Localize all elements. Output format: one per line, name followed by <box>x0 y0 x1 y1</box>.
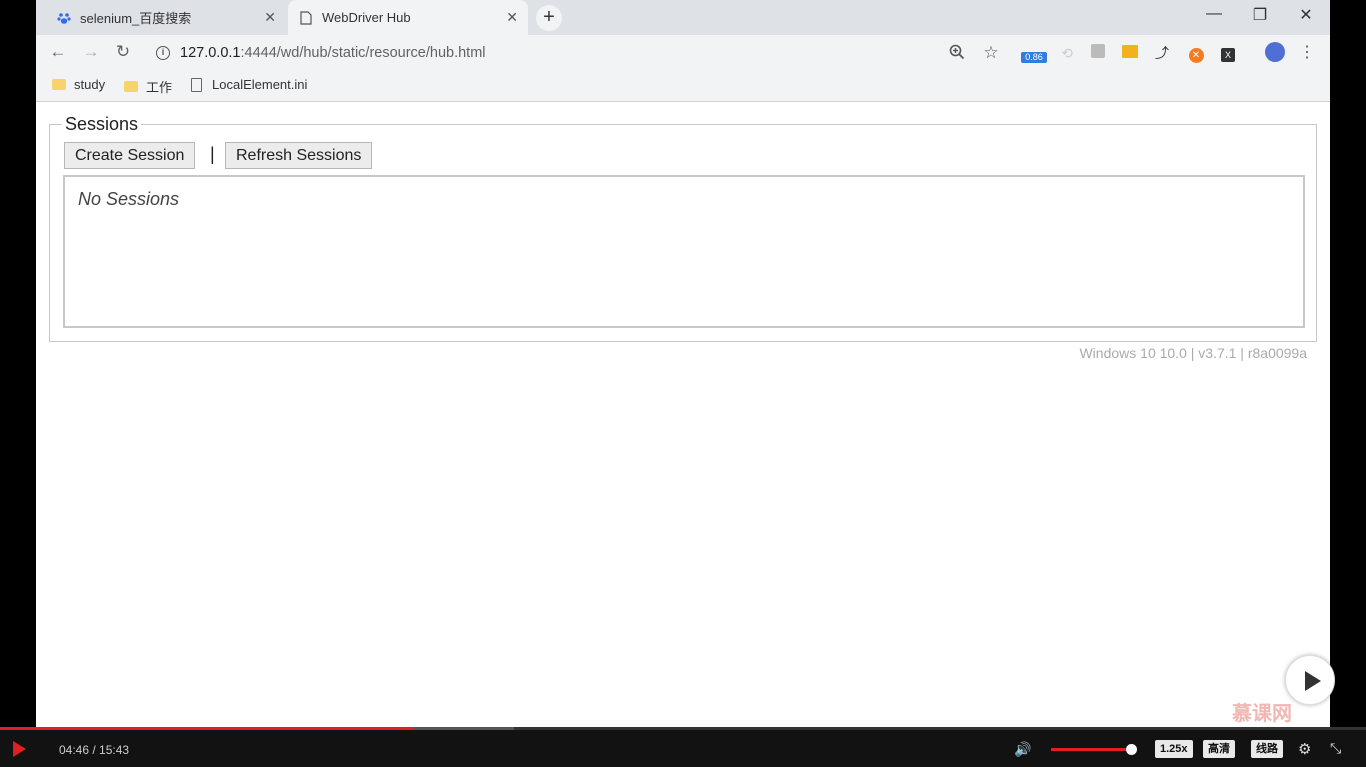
tab-close-icon[interactable]: ✕ <box>264 9 276 26</box>
address-bar[interactable]: i 127.0.0.1:4444/wd/hub/static/resource/… <box>148 39 978 67</box>
gear-icon[interactable]: ⚙ <box>1298 740 1311 758</box>
exit-fullscreen-icon[interactable]: ⤡ <box>1330 740 1341 757</box>
create-session-button[interactable]: Create Session <box>64 142 196 169</box>
back-arrow-icon[interactable]: ← <box>46 42 70 62</box>
bookmark-label: study <box>74 77 106 92</box>
quality-button[interactable]: 高清 <box>1203 740 1235 758</box>
watermark-logo: 慕课网 <box>1232 703 1292 725</box>
button-separator: | <box>210 144 215 164</box>
new-tab-button[interactable]: + <box>536 5 562 31</box>
site-info-icon[interactable]: i <box>156 46 170 60</box>
page-file-icon <box>298 10 314 26</box>
url-path: :4444/wd/hub/static/resource/hub.html <box>240 45 486 61</box>
browser-window: selenium_百度搜索 ✕ WebDriver Hub ✕ + — ❐ ✕ … <box>36 0 1330 727</box>
url-host: 127.0.0.1 <box>180 45 241 61</box>
extension-grid-icon[interactable] <box>1121 44 1139 62</box>
folder-icon <box>124 81 138 92</box>
extension-chart-icon[interactable]: ⤴ <box>1153 44 1171 62</box>
no-sessions-text: No Sessions <box>78 189 180 209</box>
extension-link-icon[interactable]: ⟲ <box>1058 44 1076 62</box>
volume-knob[interactable] <box>1126 744 1137 755</box>
version-info: Windows 10 10.0 | v3.7.1 | r8a0099a <box>1079 345 1307 361</box>
baidu-paw-icon <box>56 10 72 26</box>
video-control-bar: 04:46 / 15:43 🔊 1.25x 高清 线路 ⚙ ⤡ <box>0 727 1366 767</box>
restore-icon[interactable]: ❐ <box>1245 5 1275 25</box>
progress-fill <box>0 727 414 730</box>
browser-toolbar: ← → ↻ i 127.0.0.1:4444/wd/hub/static/res… <box>36 35 1330 70</box>
tab-baidu-search[interactable]: selenium_百度搜索 ✕ <box>46 0 286 35</box>
extension-orange-icon[interactable]: ✕ <box>1187 44 1205 63</box>
folder-icon <box>52 79 66 90</box>
sessions-list: No Sessions <box>63 175 1305 328</box>
forward-arrow-icon[interactable]: → <box>79 42 103 62</box>
bookmark-star-icon[interactable]: ☆ <box>982 44 1000 62</box>
play-overlay-button[interactable] <box>1285 655 1335 705</box>
refresh-sessions-button[interactable]: Refresh Sessions <box>225 142 373 169</box>
bookmarks-bar: study 工作 LocalElement.ini <box>36 70 1330 102</box>
bookmark-study[interactable]: study <box>52 77 105 92</box>
bookmark-label: 工作 <box>146 80 173 95</box>
menu-kebab-icon[interactable]: ⋮ <box>1298 44 1316 62</box>
bookmark-work[interactable]: 工作 <box>124 77 172 96</box>
tab-title: selenium_百度搜索 <box>80 11 192 26</box>
close-window-icon[interactable]: ✕ <box>1291 5 1321 25</box>
bookmark-localelement[interactable]: LocalElement.ini <box>191 77 307 92</box>
progress-bar[interactable] <box>0 727 1366 730</box>
extension-x-icon[interactable]: X <box>1219 44 1237 62</box>
volume-slider[interactable] <box>1051 744 1137 755</box>
zoom-icon[interactable] <box>948 44 966 62</box>
sessions-fieldset: Sessions Create Session | Refresh Sessio… <box>49 114 1317 342</box>
speed-button[interactable]: 1.25x <box>1155 740 1193 758</box>
minimize-icon[interactable]: — <box>1199 5 1229 23</box>
volume-fill <box>1051 748 1131 751</box>
reload-icon[interactable]: ↻ <box>111 42 135 62</box>
video-player-stage: selenium_百度搜索 ✕ WebDriver Hub ✕ + — ❐ ✕ … <box>0 0 1366 767</box>
play-icon[interactable] <box>13 741 26 757</box>
tab-strip: selenium_百度搜索 ✕ WebDriver Hub ✕ + — ❐ ✕ <box>36 0 1330 35</box>
volume-icon[interactable]: 🔊 <box>1014 741 1031 758</box>
extension-gauge-icon[interactable]: 0.86 <box>1021 44 1047 63</box>
play-icon <box>1305 671 1321 691</box>
webdriver-hub-page: Sessions Create Session | Refresh Sessio… <box>36 103 1330 727</box>
tab-title: WebDriver Hub <box>322 10 411 25</box>
time-display: 04:46 / 15:43 <box>59 743 130 757</box>
tab-close-icon[interactable]: ✕ <box>506 9 518 26</box>
extension-save-icon[interactable] <box>1089 44 1107 62</box>
tab-webdriver-hub[interactable]: WebDriver Hub ✕ <box>288 0 528 35</box>
route-button[interactable]: 线路 <box>1251 740 1283 758</box>
file-icon <box>191 77 202 92</box>
avatar[interactable] <box>1265 42 1285 62</box>
sessions-legend: Sessions <box>62 114 142 135</box>
bookmark-label: LocalElement.ini <box>212 77 308 92</box>
